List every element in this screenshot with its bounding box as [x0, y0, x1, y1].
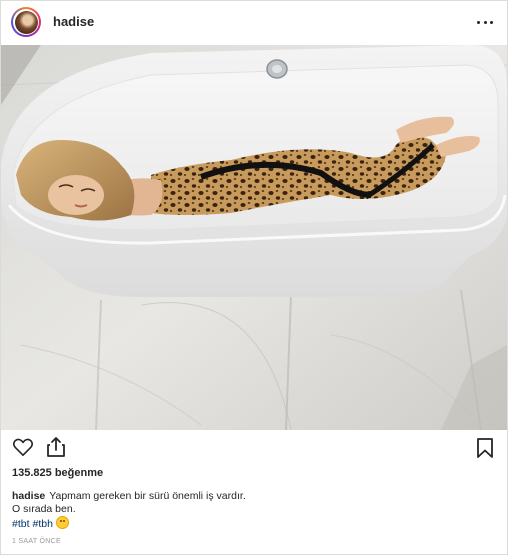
caption-line-1: hadise Yapmam gereken bir sürü önemli iş … [12, 490, 492, 503]
hashtag-tbt[interactable]: #tbt [12, 518, 30, 530]
caption-line-3: #tbt #tbh [12, 516, 492, 531]
caption-text: Yapmam gereken bir sürü önemli iş vardır… [49, 490, 246, 502]
post-actions [1, 433, 507, 463]
avatar[interactable] [11, 7, 41, 37]
like-count[interactable]: 135.825 beğenme [12, 467, 103, 479]
caption-username[interactable]: hadise [12, 490, 45, 502]
share-icon[interactable] [46, 436, 66, 458]
hashtag-tbh[interactable]: #tbh [33, 518, 53, 530]
caption-line-2: O sırada ben. [12, 503, 76, 515]
avatar-ring [13, 9, 39, 35]
post-username[interactable]: hadise [53, 14, 94, 29]
avatar-image [14, 10, 38, 34]
post-timestamp[interactable]: 1 SAAT ÖNCE [12, 538, 61, 545]
post-header: hadise [1, 1, 507, 45]
bookmark-icon[interactable] [476, 437, 494, 459]
heart-icon[interactable] [12, 437, 34, 457]
post-photo[interactable] [1, 45, 507, 430]
instagram-post: hadise 135.825 beğenme hadise Yapmam ger… [0, 0, 508, 555]
post-caption: hadise Yapmam gereken bir sürü önemli iş … [12, 490, 492, 531]
ellipsis-icon[interactable] [477, 15, 493, 29]
grinning-sweat-emoji [55, 516, 69, 529]
